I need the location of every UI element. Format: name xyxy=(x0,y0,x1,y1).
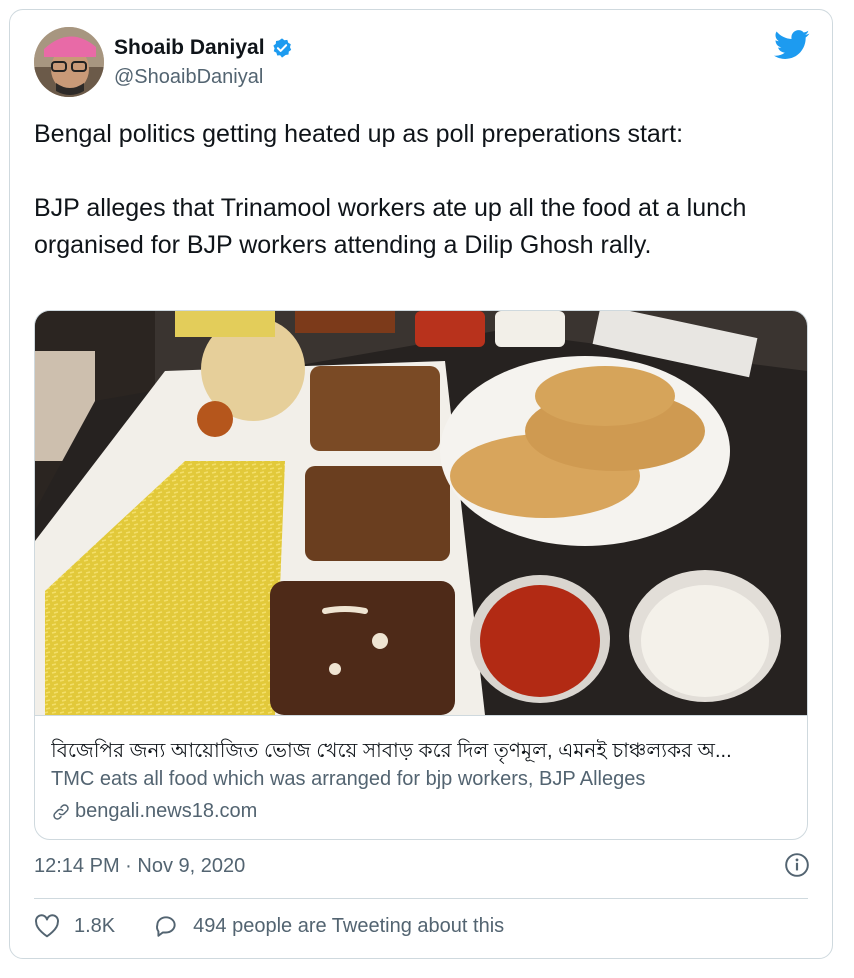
tweet-card: Shoaib Daniyal @ShoaibDaniyal Bengal pol… xyxy=(9,9,833,959)
link-domain-row[interactable]: bengali.news18.com xyxy=(51,800,257,823)
avatar[interactable] xyxy=(34,27,104,97)
divider xyxy=(34,898,808,899)
verified-badge-icon xyxy=(272,38,291,58)
heart-icon xyxy=(35,914,59,938)
author-name-row[interactable]: Shoaib Daniyal xyxy=(114,36,293,60)
info-icon[interactable] xyxy=(784,852,810,878)
tweet-text: Bengal politics getting heated up as pol… xyxy=(34,120,747,259)
conversation-button[interactable]: 494 people are Tweeting about this xyxy=(153,914,504,938)
author-name[interactable]: Shoaib Daniyal xyxy=(114,36,265,60)
link-description[interactable]: TMC eats all food which was arranged for… xyxy=(51,768,645,791)
food-tray-photo[interactable] xyxy=(35,311,807,715)
conversation-label: 494 people are Tweeting about this xyxy=(193,914,505,937)
link-domain[interactable]: bengali.news18.com xyxy=(75,800,257,823)
like-button[interactable]: 1.8K xyxy=(34,914,115,938)
tweet-timestamp[interactable]: 12:14 PM · Nov 9, 2020 xyxy=(34,855,245,878)
link-icon xyxy=(53,803,69,820)
link-card[interactable]: বিজেপির জন্য আয়োজিত ভোজ খেয়ে সাবাড় কর… xyxy=(34,310,808,840)
author-handle[interactable]: @ShoaibDaniyal xyxy=(114,66,263,89)
tweet-actions: 1.8K 494 people are Tweeting about this xyxy=(34,914,542,938)
like-count: 1.8K xyxy=(74,914,116,937)
link-preview-text[interactable]: বিজেপির জন্য আয়োজিত ভোজ খেয়ে সাবাড় কর… xyxy=(35,715,807,839)
link-title[interactable]: বিজেপির জন্য আয়োজিত ভোজ খেয়ে সাবাড় কর… xyxy=(51,736,795,769)
reply-bubble-icon xyxy=(156,916,176,937)
twitter-bird-icon[interactable] xyxy=(774,30,810,60)
